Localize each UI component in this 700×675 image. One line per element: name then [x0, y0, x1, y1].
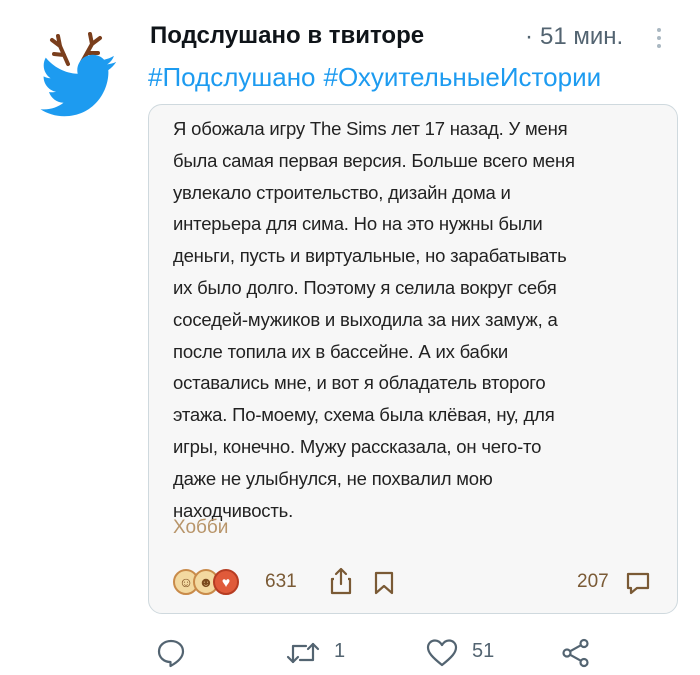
reply-button[interactable]: [156, 638, 216, 672]
story-card[interactable]: Я обожала игру The Sims лет 17 назад. У …: [148, 104, 678, 614]
story-line: соседей-мужиков и выходила за них замуж,…: [173, 308, 558, 330]
heart-icon: [426, 639, 458, 667]
retweet-count: 1: [334, 640, 346, 662]
story-line: интерьера для сима. Но на это нужны были: [173, 213, 543, 235]
tweet-header: Подслушано в твиторе · 51 мин.: [150, 22, 680, 56]
retweet-button[interactable]: 1: [286, 638, 366, 672]
story-line: была самая первая версия. Больше всего м…: [173, 149, 575, 171]
story-line: увлекало строительство, дизайн дома и: [173, 181, 511, 203]
story-line: игры, конечно. Мужу рассказала, он чего-…: [173, 435, 542, 457]
reply-icon: [157, 639, 185, 668]
share-icon[interactable]: [329, 567, 353, 595]
story-line: оставались мне, и вот я обладатель второ…: [173, 372, 546, 394]
tweet-actions: 1 51: [148, 638, 678, 672]
reactions-button[interactable]: ☺ ☻ ♥: [173, 569, 265, 597]
like-button[interactable]: 51: [426, 638, 516, 672]
hashtag-link[interactable]: #Подслушано: [148, 62, 316, 92]
story-text: Я обожала игру The Sims лет 17 назад. У …: [173, 113, 663, 526]
retweet-icon: [286, 642, 320, 664]
share-nodes-icon: [562, 638, 589, 668]
author-name[interactable]: Подслушано в твиторе: [150, 22, 424, 50]
reactions-count: 631: [265, 571, 297, 592]
story-line: даже не улыбнулся, не похвалил мою: [173, 467, 493, 489]
category-tag[interactable]: Хобби: [173, 517, 228, 539]
like-count: 51: [472, 640, 495, 662]
story-line: этажа. По-моему, схема была клёвая, ну, …: [173, 404, 555, 426]
comments-count: 207: [577, 571, 609, 592]
story-line: находчивость.: [173, 499, 294, 521]
bookmark-icon[interactable]: [373, 571, 395, 595]
more-options-icon[interactable]: [656, 28, 662, 52]
story-line: деньги, пусть и виртуальные, но зарабаты…: [173, 245, 567, 267]
comment-bubble-icon[interactable]: [625, 570, 651, 596]
card-footer: ☺ ☻ ♥ 631 207: [173, 567, 655, 599]
hashtags: #Подслушано #ОхуительныеИстории: [148, 62, 609, 93]
heart-emoji-icon: ♥: [213, 569, 239, 595]
story-line: Я обожала игру The Sims лет 17 назад. У …: [173, 118, 568, 139]
story-line: после топила их в бассейне. А их бабки: [173, 340, 509, 362]
timestamp[interactable]: 51 мин.: [540, 23, 623, 51]
twitter-bird-with-antlers-icon: [40, 32, 117, 117]
separator-dot: ·: [525, 23, 533, 50]
hashtag-link[interactable]: #ОхуительныеИстории: [324, 62, 602, 92]
story-line: их было долго. Поэтому я селила вокруг с…: [173, 276, 557, 298]
share-tweet-button[interactable]: [560, 638, 600, 672]
avatar[interactable]: [30, 26, 126, 122]
